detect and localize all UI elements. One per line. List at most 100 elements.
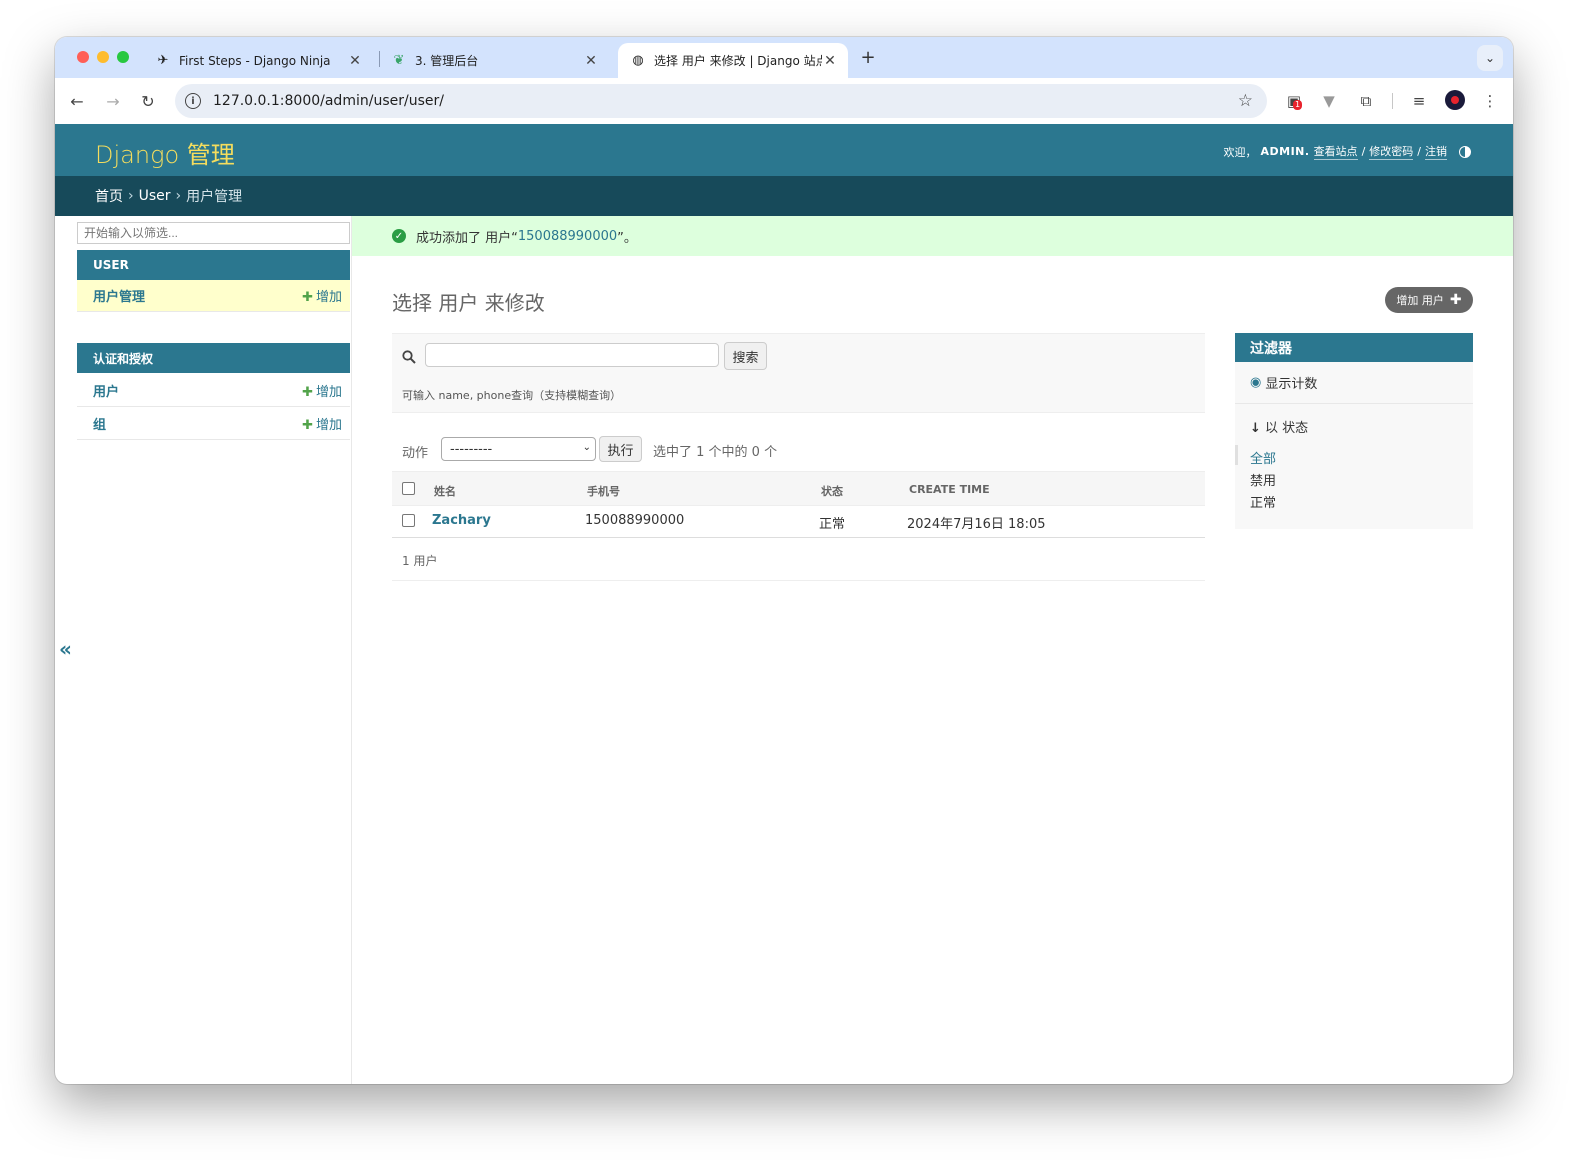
nav-sidebar: USER 用户管理 ✚增加 认证和授权 用户 ✚增加 组 ✚增加 bbox=[77, 216, 352, 1084]
column-header-create-time[interactable]: CREATE TIME bbox=[909, 483, 990, 496]
sidebar-item-label[interactable]: 组 bbox=[93, 414, 106, 433]
selected-option-indicator bbox=[1235, 445, 1238, 465]
module-header-user[interactable]: USER bbox=[77, 250, 350, 280]
browser-menu-icon[interactable]: ⋮ bbox=[1479, 90, 1501, 112]
eye-icon: ◉ bbox=[1250, 375, 1262, 390]
tab-active-admin[interactable]: ◍ 选择 用户 来修改 | Django 站点 ✕ bbox=[618, 43, 848, 78]
success-message: ✓ 成功添加了 用户“ 150088990000”。 bbox=[352, 216, 1513, 256]
sidebar-filter-input[interactable] bbox=[77, 222, 350, 244]
breadcrumb-home[interactable]: 首页 bbox=[95, 186, 123, 206]
close-window-button[interactable] bbox=[77, 51, 89, 63]
forward-icon[interactable]: → bbox=[102, 90, 124, 112]
reload-icon[interactable]: ↻ bbox=[137, 90, 159, 112]
filter-by-status-label: 以 状态 bbox=[1265, 421, 1309, 436]
site-info-icon[interactable]: i bbox=[185, 93, 201, 109]
filter-by-status[interactable]: ↓ 以 状态 bbox=[1250, 417, 1308, 436]
run-action-button[interactable]: 执行 bbox=[599, 436, 642, 462]
extension-badge: 1 bbox=[1293, 100, 1303, 110]
user-tools: 欢迎， ADMIN. 查看站点 / 修改密码 / 注销 bbox=[1223, 143, 1471, 160]
theme-toggle-icon[interactable] bbox=[1459, 145, 1471, 158]
show-counts-link[interactable]: ◉ 显示计数 bbox=[1235, 362, 1473, 404]
url-text: 127.0.0.1:8000/admin/user/user/ bbox=[213, 93, 444, 109]
tab-django-ninja[interactable]: ✈ First Steps - Django Ninja ✕ bbox=[143, 43, 373, 78]
username: ADMIN. bbox=[1260, 145, 1310, 158]
row-status: 正常 bbox=[819, 517, 846, 532]
breadcrumb-app[interactable]: User bbox=[139, 188, 171, 204]
change-password-link[interactable]: 修改密码 bbox=[1369, 143, 1414, 160]
action-select-value: --------- bbox=[450, 441, 493, 457]
welcome-text: 欢迎， bbox=[1223, 145, 1257, 159]
extension-icon[interactable]: ▣1 bbox=[1283, 90, 1305, 112]
leaf-icon: ❦ bbox=[393, 53, 405, 68]
breadcrumb-current: 用户管理 bbox=[186, 189, 243, 205]
search-button[interactable]: 搜索 bbox=[724, 342, 767, 370]
address-bar[interactable]: i 127.0.0.1:8000/admin/user/user/ ☆ bbox=[175, 84, 1267, 118]
tab-search-button[interactable]: ⌄ bbox=[1477, 45, 1503, 71]
message-user-link[interactable]: 150088990000 bbox=[518, 229, 617, 244]
module-header-auth[interactable]: 认证和授权 bbox=[77, 343, 350, 373]
site-brand[interactable]: Django 管理 bbox=[95, 135, 235, 170]
breadcrumb-separator: › bbox=[128, 188, 134, 204]
vue-devtools-icon[interactable]: ▼ bbox=[1318, 90, 1340, 112]
plus-icon: ✚ bbox=[302, 418, 313, 433]
toggle-sidebar-icon[interactable]: « bbox=[59, 637, 72, 661]
action-select[interactable]: --------- ⌄ bbox=[441, 437, 596, 461]
tab-title: 选择 用户 来修改 | Django 站点 bbox=[654, 54, 822, 68]
tab-admin-docs[interactable]: ❦ 3. 管理后台 ✕ bbox=[379, 43, 609, 78]
tab-title: First Steps - Django Ninja bbox=[179, 53, 331, 68]
paginator: 1 用户 bbox=[392, 538, 1205, 581]
show-counts-label: 显示计数 bbox=[1265, 377, 1318, 392]
table-header: 姓名 手机号 状态 CREATE TIME bbox=[392, 471, 1205, 506]
close-tab-icon[interactable]: ✕ bbox=[822, 53, 838, 69]
minimize-window-button[interactable] bbox=[97, 51, 109, 63]
check-circle-icon: ✓ bbox=[392, 229, 406, 243]
media-control-icon[interactable]: ≡ bbox=[1408, 90, 1430, 112]
column-header-name[interactable]: 姓名 bbox=[434, 483, 456, 499]
row-checkbox[interactable] bbox=[402, 514, 415, 527]
close-tab-icon[interactable]: ✕ bbox=[347, 53, 363, 69]
separator: / bbox=[1417, 145, 1421, 158]
sidebar-item-groups[interactable]: 组 ✚ 增加 bbox=[77, 408, 350, 440]
column-header-status[interactable]: 状态 bbox=[821, 483, 843, 499]
search-toolbar: 搜索 可输入 name, phone查询（支持模糊查询） bbox=[392, 333, 1205, 413]
filter-option-normal[interactable]: 正常 bbox=[1250, 492, 1276, 511]
sidebar-item-user-management[interactable]: 用户管理 ✚ 增加 bbox=[77, 280, 350, 312]
plus-icon: ✚ bbox=[302, 385, 313, 400]
sidebar-item-label[interactable]: 用户管理 bbox=[93, 286, 145, 305]
puzzle-extensions-icon[interactable]: ⧉ bbox=[1355, 90, 1377, 112]
sidebar-item-label[interactable]: 用户 bbox=[93, 381, 119, 400]
close-tab-icon[interactable]: ✕ bbox=[583, 53, 599, 69]
separator: / bbox=[1361, 145, 1366, 158]
maximize-window-button[interactable] bbox=[117, 51, 129, 63]
filter-option-disabled[interactable]: 禁用 bbox=[1250, 470, 1276, 489]
row-name-link[interactable]: Zachary bbox=[432, 513, 491, 528]
select-all-checkbox[interactable] bbox=[402, 482, 415, 495]
add-user-label: 增加 用户 bbox=[1396, 294, 1444, 307]
message-suffix: ”。 bbox=[617, 230, 637, 246]
add-user-button[interactable]: 增加 用户 ✚ bbox=[1385, 287, 1473, 313]
search-input[interactable] bbox=[425, 343, 719, 367]
add-link[interactable]: ✚ 增加 bbox=[302, 286, 342, 305]
bookmark-star-icon[interactable]: ☆ bbox=[1238, 91, 1253, 111]
filter-option-all[interactable]: 全部 bbox=[1250, 448, 1276, 467]
column-header-phone[interactable]: 手机号 bbox=[587, 483, 620, 499]
view-site-link[interactable]: 查看站点 bbox=[1313, 143, 1358, 160]
breadcrumb: 首页 › User › 用户管理 bbox=[55, 176, 1513, 216]
browser-window: ✈ First Steps - Django Ninja ✕ ❦ 3. 管理后台… bbox=[55, 37, 1513, 1084]
new-tab-button[interactable]: + bbox=[857, 46, 879, 68]
logout-link[interactable]: 注销 bbox=[1425, 143, 1447, 160]
plus-icon: ✚ bbox=[302, 290, 313, 305]
action-counter: 选中了 1 个中的 0 个 bbox=[653, 445, 778, 460]
tab-title: 3. 管理后台 bbox=[415, 54, 479, 68]
back-icon[interactable]: ← bbox=[66, 90, 88, 112]
profile-avatar-icon[interactable] bbox=[1445, 90, 1465, 110]
search-help-text: 可输入 name, phone查询（支持模糊查询） bbox=[402, 389, 622, 402]
add-link[interactable]: ✚ 增加 bbox=[302, 414, 342, 433]
chevron-down-icon: ⌄ bbox=[582, 442, 591, 453]
row-create-time: 2024年7月16日 18:05 bbox=[907, 517, 1046, 532]
add-link[interactable]: ✚ 增加 bbox=[302, 381, 342, 400]
browser-toolbar: ← → ↻ i 127.0.0.1:8000/admin/user/user/ … bbox=[55, 78, 1513, 124]
sidebar-item-users[interactable]: 用户 ✚ 增加 bbox=[77, 375, 350, 407]
result-count: 1 用户 bbox=[402, 554, 438, 568]
action-label: 动作 bbox=[402, 446, 429, 461]
